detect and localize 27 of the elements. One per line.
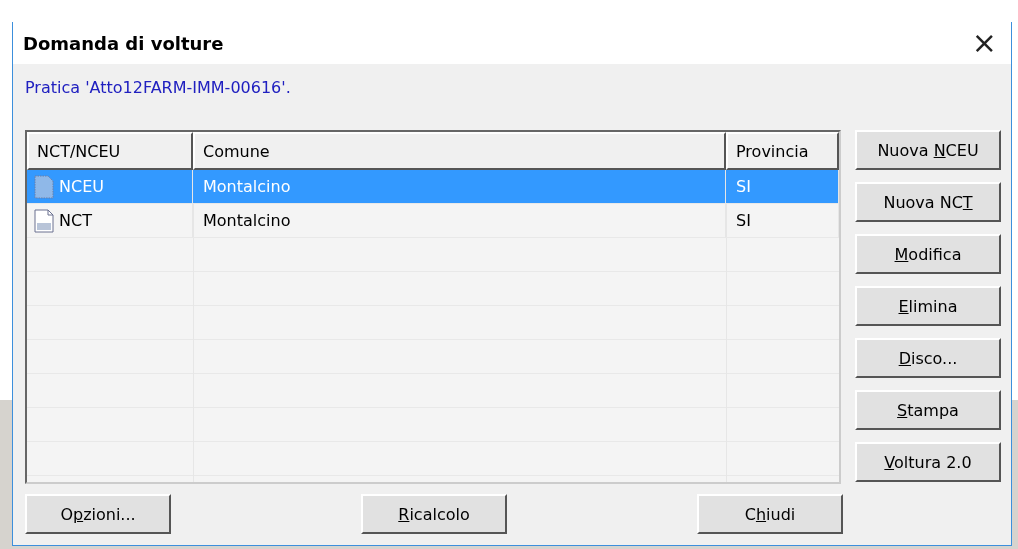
table-cell[interactable]: NCT (27, 204, 193, 238)
document-icon (33, 208, 55, 233)
table-cell[interactable]: Montalcino (193, 204, 726, 238)
column-header[interactable]: Provincia (726, 132, 839, 170)
dialog-button[interactable]: Ricalcolo (361, 494, 507, 534)
action-button[interactable]: Disco... (855, 338, 1001, 378)
action-button[interactable]: Modifica (855, 234, 1001, 274)
cell-text: SI (736, 211, 751, 230)
cell-text: NCT (59, 211, 92, 230)
action-button[interactable]: Elimina (855, 286, 1001, 326)
action-button[interactable]: Nuova NCEU (855, 130, 1001, 170)
cell-text: Montalcino (203, 211, 291, 230)
cell-text: Montalcino (203, 177, 291, 196)
cell-text: SI (736, 177, 751, 196)
cell-text: NCEU (59, 177, 104, 196)
column-header[interactable]: Comune (193, 132, 726, 170)
window-title: Domanda di volture (23, 32, 224, 54)
action-button[interactable]: Nuova NCT (855, 182, 1001, 222)
practice-label: Pratica 'Atto12FARM-IMM-00616'. (25, 78, 292, 99)
document-icon (33, 174, 55, 199)
action-button[interactable]: Voltura 2.0 (855, 442, 1001, 482)
column-header[interactable]: NCT/NCEU (27, 132, 193, 170)
dialog-button[interactable]: Opzioni... (25, 494, 171, 534)
dialog-button[interactable]: Chiudi (697, 494, 843, 534)
close-button[interactable]: × (967, 28, 1001, 58)
table-cell[interactable]: SI (726, 204, 839, 238)
action-button[interactable]: Stampa (855, 390, 1001, 430)
